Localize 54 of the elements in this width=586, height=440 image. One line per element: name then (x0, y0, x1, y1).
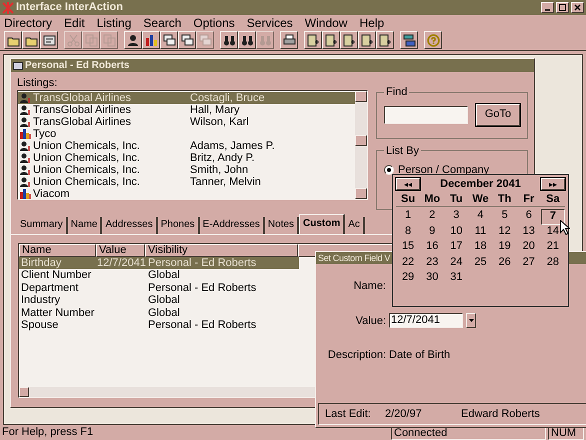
radio-label: Person / Company (398, 163, 490, 178)
weekday-label: Fr (522, 192, 536, 207)
company-name: TransGlobal Airlines (33, 104, 132, 116)
table-cell-text: Personal - Ed Roberts (147, 282, 258, 294)
table-cell-text: Matter Number (20, 306, 96, 319)
dialog-title: Set Custom Field V (318, 252, 390, 264)
name-label: Name: (352, 279, 386, 294)
company-name: TransGlobal Airlines (33, 92, 132, 104)
description-text: Date of Birth (389, 348, 450, 363)
last-edit-user: Edward Roberts (461, 406, 540, 422)
listings-label: Listings: (17, 76, 58, 90)
person-name: Costagli, Bruce (190, 92, 265, 104)
company-name: Tyco (33, 128, 58, 140)
company-name: Union Chemicals, Inc. (33, 176, 141, 188)
table-cell: 12/7/2041 (96, 256, 146, 269)
table-cell-text: Global (147, 294, 181, 306)
person-name: Adams, James P. (190, 140, 275, 152)
weekday-label: Tu (449, 192, 464, 207)
weekday-label: We (471, 192, 490, 207)
company-name: TransGlobal Airlines (33, 116, 132, 128)
person-name: Wilson, Karl (190, 116, 249, 128)
window-title: Interface InterAction (16, 0, 124, 16)
person-name: Hall, Mary (190, 104, 240, 116)
company-name: Union Chemicals, Inc. (33, 152, 141, 164)
table-cell-text: Spouse (20, 319, 60, 332)
list-by-label: List By (385, 144, 420, 158)
person-name: Britz, Andy P. (190, 152, 255, 164)
window-title: Personal - Ed Roberts (25, 59, 130, 73)
weekday-label: Su (400, 192, 416, 207)
person-name: Tanner, Melvin (190, 176, 261, 188)
company-name: Viacom (33, 188, 70, 200)
company-name: Union Chemicals, Inc. (33, 164, 141, 176)
description-label: Description: (326, 348, 386, 363)
last-edit-date: 2/20/97 (385, 406, 423, 422)
weekday-label: Sa (545, 192, 561, 207)
table-cell-text: Birthday (20, 256, 62, 269)
month-title: December 2041 (440, 176, 521, 192)
last-edit-label: Last Edit: (325, 406, 372, 422)
table-cell-text: Global (147, 306, 181, 319)
table-cell-text: Personal - Ed Roberts (147, 319, 258, 332)
table-cell-text: Personal - Ed Roberts (147, 256, 258, 269)
table-cell-text: Client Number (20, 269, 92, 282)
person-name: Smith, John (190, 164, 248, 176)
company-name: Union Chemicals, Inc. (33, 140, 141, 152)
find-label: Find (385, 85, 408, 100)
table-cell-text: Industry (20, 294, 62, 306)
table-cell-text: Department (20, 282, 80, 294)
weekday-label: Th (496, 192, 512, 207)
status-text: NUM (548, 426, 584, 440)
status-text: Connected (391, 426, 546, 440)
value-label: Value: (354, 314, 386, 328)
table-cell-text: Global (147, 269, 181, 282)
weekday-label: Mo (423, 192, 442, 207)
status-text: For Help, press F1 (2, 426, 94, 439)
